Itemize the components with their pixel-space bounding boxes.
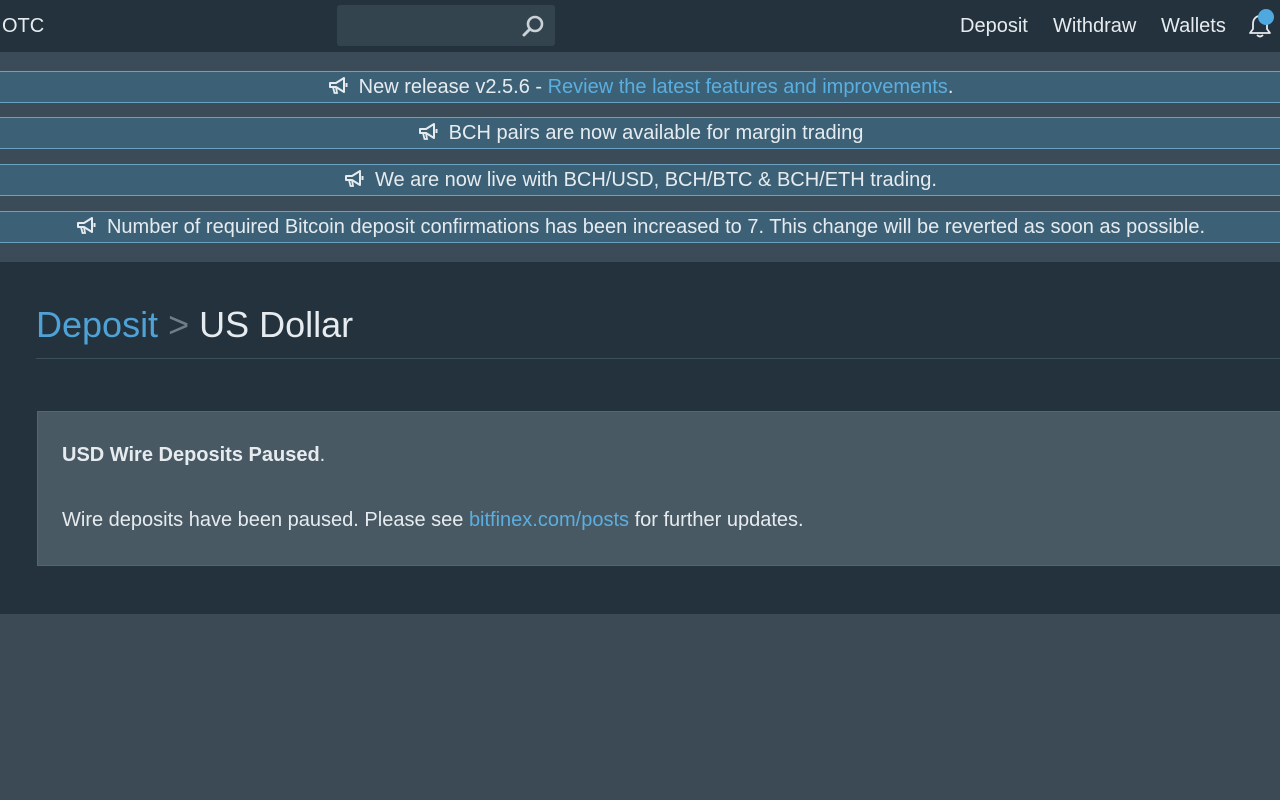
notice-body-suffix: for further updates.: [629, 509, 804, 531]
megaphone-icon: [328, 77, 348, 94]
announcement-row: We are now live with BCH/USD, BCH/BTC & …: [0, 164, 1280, 196]
breadcrumb: Deposit > US Dollar: [36, 304, 353, 346]
announcement-text: BCH pairs are now available for margin t…: [448, 122, 864, 144]
divider: [36, 358, 1280, 359]
search-box[interactable]: [337, 5, 555, 46]
notice-title: USD Wire Deposits Paused.: [62, 444, 325, 467]
notification-dot: [1258, 9, 1274, 25]
main-content: Deposit > US Dollar USD Wire Deposits Paus…: [0, 262, 1280, 614]
breadcrumb-deposit-link[interactable]: Deposit: [36, 304, 158, 345]
megaphone-icon: [418, 123, 438, 140]
announcement-row: BCH pairs are now available for margin t…: [0, 117, 1280, 149]
announcements-panel: New release v2.5.6 - Review the latest f…: [0, 52, 1280, 262]
posts-link[interactable]: bitfinex.com/posts: [469, 509, 629, 531]
release-notes-link[interactable]: Review the latest features and improveme…: [548, 76, 948, 98]
announcement-text: New release v2.5.6 -: [358, 76, 548, 98]
notice-body: Wire deposits have been paused. Please s…: [62, 509, 804, 532]
nav-deposit-link[interactable]: Deposit: [960, 15, 1028, 38]
notice-body-prefix: Wire deposits have been paused. Please s…: [62, 509, 469, 531]
search-icon[interactable]: [521, 14, 545, 38]
page-title: US Dollar: [199, 304, 354, 345]
search-input[interactable]: [337, 5, 517, 46]
brand-otc-link[interactable]: OTC: [2, 15, 44, 38]
notice-title-suffix: .: [319, 444, 326, 466]
top-navigation-bar: OTC Deposit Withdraw Wallets: [0, 0, 1280, 52]
deposit-paused-notice: USD Wire Deposits Paused. Wire deposits …: [37, 411, 1280, 566]
announcement-row: Number of required Bitcoin deposit confi…: [0, 211, 1280, 243]
announcement-text: We are now live with BCH/USD, BCH/BTC & …: [374, 169, 937, 191]
nav-wallets-link[interactable]: Wallets: [1161, 15, 1226, 38]
nav-withdraw-link[interactable]: Withdraw: [1053, 15, 1136, 38]
announcement-suffix: .: [947, 76, 954, 98]
megaphone-icon: [344, 170, 364, 187]
megaphone-icon: [76, 217, 96, 234]
notice-title-text: USD Wire Deposits Paused: [62, 444, 320, 466]
announcement-text: Number of required Bitcoin deposit confi…: [106, 216, 1206, 238]
announcement-row: New release v2.5.6 - Review the latest f…: [0, 71, 1280, 103]
breadcrumb-separator: >: [168, 304, 190, 345]
